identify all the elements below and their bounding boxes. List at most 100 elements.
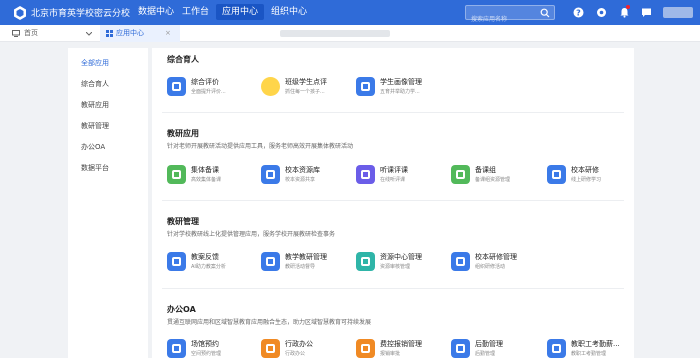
app-card[interactable]: 校本资源库 校本资源共享 <box>261 164 351 186</box>
lesson-review-icon <box>356 165 375 184</box>
app-card-name: 校本研修管理 <box>475 253 517 261</box>
app-card-name: 学生画像管理 <box>380 78 422 86</box>
attendance-icon <box>547 339 566 358</box>
lesson-plan-feedback-icon <box>167 252 186 271</box>
expense-icon <box>356 339 375 358</box>
evaluation-icon <box>167 77 186 96</box>
app-card[interactable]: 场馆预约 空间预约管理 <box>167 338 257 358</box>
app-card[interactable]: 费控报销管理 报销审批 <box>356 338 446 358</box>
app-card-desc: 全面提升评价... <box>191 89 226 95</box>
app-card-desc: 校本资源共享 <box>285 177 316 183</box>
app-card-desc: 后勤管理 <box>475 351 496 357</box>
app-card-desc: 行政办公 <box>285 351 306 357</box>
app-card[interactable]: 教职工考勤薪... 教职工考勤管理 <box>547 338 637 358</box>
sidebar-item-office-oa[interactable]: 办公OA <box>81 142 105 152</box>
tab-home-label: 首页 <box>24 29 38 37</box>
section-divider <box>162 112 624 113</box>
app-card[interactable]: 校本研修管理 组织研修活动 <box>451 251 541 273</box>
notification-badge <box>626 5 630 9</box>
tab-bar: 首页 应用中心 × <box>0 25 700 42</box>
app-card-desc: 空间预约管理 <box>191 351 222 357</box>
app-card[interactable]: 听课评课 在线听评课 <box>356 164 446 186</box>
app-card-desc: AI助力教案分析 <box>191 264 226 270</box>
sidebar-item-data-platform[interactable]: 数据平台 <box>81 163 109 173</box>
nav-app-center[interactable]: 应用中心 <box>216 4 265 20</box>
section-divider <box>162 288 624 289</box>
app-card-desc: 五育并举助力学... <box>380 89 420 95</box>
close-tab-icon[interactable]: × <box>165 30 171 37</box>
logistics-icon <box>451 339 470 358</box>
section-title: 教研应用 <box>167 129 199 138</box>
search-box[interactable] <box>465 5 555 26</box>
nav-data-center[interactable]: 数据中心 <box>132 4 180 20</box>
section-title: 教研管理 <box>167 217 199 226</box>
app-card-name: 教职工考勤薪... <box>571 340 620 348</box>
app-card[interactable]: 后勤管理 后勤管理 <box>451 338 541 358</box>
app-card-desc: 报销审批 <box>380 351 401 357</box>
app-card[interactable]: 教案反馈 AI助力教案分析 <box>167 251 257 273</box>
grid-icon <box>106 30 113 37</box>
resource-library-icon <box>261 165 280 184</box>
app-card-desc: 组织研修活动 <box>475 264 506 270</box>
right-gutter <box>634 48 700 358</box>
portrait-icon <box>356 77 375 96</box>
office-icon <box>261 339 280 358</box>
app-card-desc: 备课组资源管理 <box>475 177 511 183</box>
app-content: 综合育人 综合评价 全面提升评价... 班级学生点评 抓住每一个孩子... 学生… <box>152 48 634 358</box>
app-card[interactable]: 行政办公 行政办公 <box>261 338 351 358</box>
section-desc: 针对学校教研线上化提供管理应用，服务学校开展教研检查事务 <box>167 231 336 238</box>
sidebar-item-research-apps[interactable]: 教研应用 <box>81 100 109 110</box>
tab-app-label: 应用中心 <box>116 29 144 37</box>
app-card-name: 资源中心管理 <box>380 253 422 261</box>
app-card-name: 教学教研管理 <box>285 253 327 261</box>
training-icon <box>547 165 566 184</box>
app-card-name: 班级学生点评 <box>285 78 327 86</box>
app-card[interactable]: 班级学生点评 抓住每一个孩子... <box>261 76 351 98</box>
school-logo-icon <box>14 6 26 20</box>
section-desc: 针对老师开展教研活动提供应用工具，服务老师高效开展集体教研活动 <box>167 143 354 150</box>
app-card[interactable]: 学生画像管理 五育并举助力学... <box>356 76 446 98</box>
blurred-tab-area <box>280 30 390 37</box>
app-card-desc: 教职工考勤管理 <box>571 351 607 357</box>
settings-icon[interactable] <box>596 7 607 18</box>
app-card[interactable]: 综合评价 全面提升评价... <box>167 76 257 98</box>
user-avatar[interactable] <box>663 7 693 18</box>
app-title: 北京市育英学校密云分校 <box>31 9 131 19</box>
search-icon[interactable] <box>540 8 550 18</box>
app-card[interactable]: 教学教研管理 教研活动督导 <box>261 251 351 273</box>
teaching-management-icon <box>261 252 280 271</box>
app-card[interactable]: 备课组 备课组资源管理 <box>451 164 541 186</box>
app-card[interactable]: 集体备课 高效集体备课 <box>167 164 257 186</box>
venue-booking-icon <box>167 339 186 358</box>
help-icon[interactable]: ? <box>573 7 584 18</box>
sidebar-item-research-management[interactable]: 教研管理 <box>81 121 109 131</box>
app-card-desc: 在线听评课 <box>380 177 406 183</box>
app-card-name: 校本研修 <box>571 166 599 174</box>
message-icon[interactable] <box>641 7 652 18</box>
app-card-name: 备课组 <box>475 166 496 174</box>
app-card-name: 费控报销管理 <box>380 340 422 348</box>
sidebar-item-education[interactable]: 综合育人 <box>81 79 109 89</box>
app-card[interactable]: 资源中心管理 资源审核管理 <box>356 251 446 273</box>
sidebar-item-all[interactable]: 全部应用 <box>81 58 109 68</box>
app-card-name: 场馆预约 <box>191 340 219 348</box>
section-divider <box>162 200 624 201</box>
nav-org-center[interactable]: 组织中心 <box>265 4 313 20</box>
svg-text:?: ? <box>576 9 581 18</box>
monitor-icon <box>12 30 20 37</box>
app-card-name: 听课评课 <box>380 166 408 174</box>
chevron-down-icon[interactable] <box>86 32 92 36</box>
lesson-prep-icon <box>167 165 186 184</box>
section-desc: 贯通互联网应用和区域智慧教育应用融合生态，助力区域智慧教育可持续发展 <box>167 319 372 326</box>
section-title: 综合育人 <box>167 55 199 64</box>
nav-workbench[interactable]: 工作台 <box>176 4 215 20</box>
prep-group-icon <box>451 165 470 184</box>
top-bar: 北京市育英学校密云分校 数据中心 工作台 应用中心 组织中心 ? <box>0 0 700 26</box>
sidebar: 全部应用 综合育人 教研应用 教研管理 办公OA 数据平台 <box>68 48 148 358</box>
app-card-desc: 资源审核管理 <box>380 264 411 270</box>
app-card-name: 后勤管理 <box>475 340 503 348</box>
app-card-desc: 教研活动督导 <box>285 264 316 270</box>
app-card-name: 校本资源库 <box>285 166 320 174</box>
app-card-desc: 高效集体备课 <box>191 177 222 183</box>
app-card[interactable]: 校本研修 线上研修学习 <box>547 164 637 186</box>
